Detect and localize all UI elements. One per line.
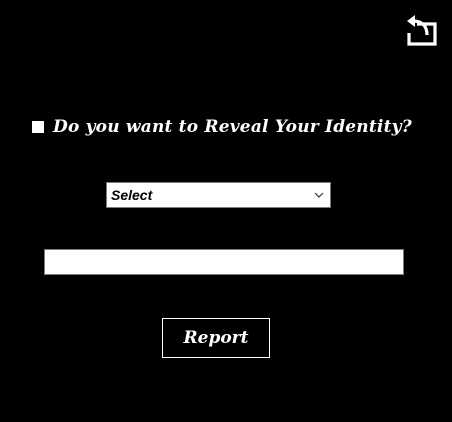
identity-select-value: Select: [111, 187, 153, 203]
back-button[interactable]: [404, 13, 440, 47]
return-arrow-icon: [404, 13, 440, 47]
report-form-window: Do you want to Reveal Your Identity? Sel…: [0, 0, 452, 422]
identity-select[interactable]: Select: [106, 182, 331, 208]
reveal-identity-label: Do you want to Reveal Your Identity?: [53, 117, 412, 137]
reveal-identity-row: Do you want to Reveal Your Identity?: [31, 112, 412, 142]
reveal-identity-checkbox[interactable]: [32, 121, 44, 133]
details-input[interactable]: [44, 249, 404, 275]
report-button[interactable]: Report: [162, 318, 270, 358]
chevron-down-icon: [312, 188, 326, 202]
